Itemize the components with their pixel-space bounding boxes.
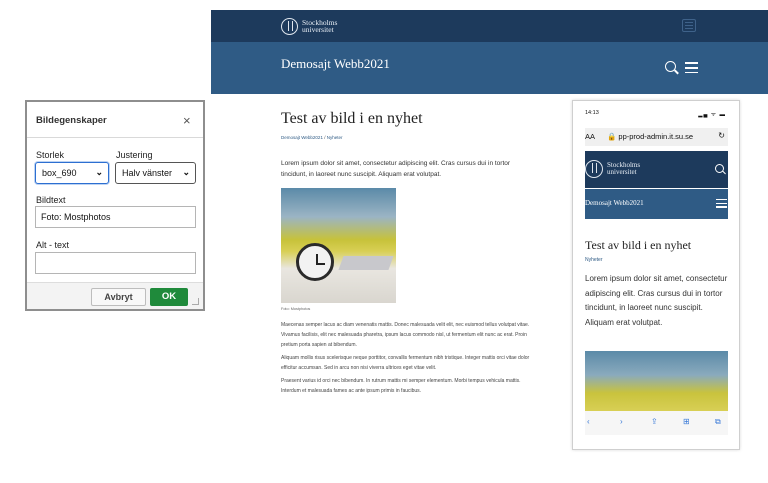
mobile-title-bar: Demosajt Webb2021: [585, 189, 728, 219]
mobile-article-lead: Lorem ipsum dolor sit amet, consectetur …: [585, 274, 728, 327]
laptop-shape: [338, 256, 394, 270]
mobile-preview: 14:13 ▂▄ ᯤ ▬ AA 🔒 pp-prod-admin.it.su.se…: [572, 100, 740, 450]
alarm-clock-shape: [296, 243, 334, 281]
article-image[interactable]: [281, 188, 396, 303]
article-lead: Lorem ipsum dolor sit amet, consectetur …: [281, 160, 511, 178]
su-logo[interactable]: Stockholms universitet: [281, 17, 337, 35]
cancel-button[interactable]: Avbryt: [91, 288, 146, 306]
dialog-header: Bildegenskaper ×: [27, 102, 203, 138]
caption-input[interactable]: Foto: Mostphotos: [35, 206, 196, 228]
alt-text-input[interactable]: [35, 252, 196, 274]
url-text[interactable]: 🔒 pp-prod-admin.it.su.se: [607, 132, 693, 141]
search-icon[interactable]: [665, 61, 676, 72]
tabs-icon[interactable]: ⧉: [715, 417, 721, 427]
paragraph: Praesent varius id orci nec bibendum. In…: [281, 378, 521, 394]
status-bar: 14:13 ▂▄ ᯤ ▬: [585, 110, 728, 118]
mobile-header: Stockholms universitet: [585, 151, 728, 188]
alignment-select-value: Halv vänster: [122, 168, 173, 178]
site-title[interactable]: Demosajt Webb2021: [281, 56, 390, 72]
mobile-su-logo[interactable]: Stockholms universitet: [585, 160, 640, 178]
ok-button[interactable]: OK: [150, 288, 188, 306]
top-header: Stockholms universitet: [211, 10, 768, 42]
mobile-site-title[interactable]: Demosajt Webb2021: [585, 199, 644, 207]
hamburger-menu-icon[interactable]: [685, 62, 698, 76]
back-icon[interactable]: ‹: [587, 417, 590, 426]
caption-label: Bildtext: [36, 195, 66, 205]
site-title-bar: Demosajt Webb2021: [211, 42, 768, 94]
browser-url-bar[interactable]: AA 🔒 pp-prod-admin.it.su.se ↻: [585, 128, 728, 146]
article-body: Maecenas semper lacus ac diam venenatis …: [281, 320, 531, 399]
logo-line2: universitet: [607, 168, 637, 176]
reader-aa-button[interactable]: AA: [585, 132, 595, 141]
size-select-value: box_690: [42, 168, 77, 178]
article: Test av bild i en nyhet Demosajt Webb202…: [281, 110, 531, 394]
paragraph: Maecenas semper lacus ac diam venenatis …: [281, 322, 530, 348]
mobile-search-icon[interactable]: [715, 164, 724, 173]
mobile-breadcrumb[interactable]: Nyheter: [585, 257, 603, 263]
dialog-title: Bildegenskaper: [36, 115, 107, 126]
caption-input-value: Foto: Mostphotos: [41, 212, 111, 222]
image-caption: Foto: Mostphotos: [281, 307, 311, 311]
chevron-down-icon: ⌄: [95, 167, 103, 177]
mobile-hamburger-icon[interactable]: [716, 199, 727, 210]
breadcrumb: Demosajt Webb2021 / Nyheter: [281, 135, 531, 140]
mobile-article-title: Test av bild i en nyhet: [585, 238, 692, 252]
breadcrumb-current[interactable]: Nyheter: [327, 135, 343, 140]
university-seal-icon: [281, 17, 298, 35]
alt-text-label: Alt - text: [36, 240, 70, 250]
dialog-footer: Avbryt OK: [27, 282, 203, 309]
breadcrumb-home[interactable]: Demosajt Webb2021: [281, 135, 323, 140]
reload-icon[interactable]: ↻: [718, 131, 725, 140]
browser-toolbar: ‹ › ⇪ ⊞ ⧉: [585, 411, 728, 435]
status-icons: ▂▄ ᯤ ▬: [698, 112, 726, 118]
status-time: 14:13: [585, 110, 599, 116]
image-properties-dialog: Bildegenskaper × Storlek box_690 ⌄ Juste…: [25, 100, 205, 311]
alignment-label: Justering: [116, 150, 153, 160]
size-select[interactable]: box_690 ⌄: [35, 162, 109, 184]
chevron-down-icon: ⌄: [182, 167, 190, 177]
resize-handle-icon[interactable]: [192, 298, 199, 305]
breadcrumb-separator: /: [324, 135, 326, 140]
close-icon[interactable]: ×: [183, 113, 191, 128]
bookmarks-icon[interactable]: ⊞: [683, 417, 690, 426]
university-seal-icon: [585, 160, 603, 178]
paragraph: Aliquam mollis risus scelerisque neque p…: [281, 355, 530, 371]
forward-icon[interactable]: ›: [620, 417, 623, 426]
share-icon[interactable]: ⇪: [651, 417, 658, 426]
alignment-select[interactable]: Halv vänster ⌄: [115, 162, 196, 184]
logo-line2: universitet: [302, 25, 334, 34]
size-label: Storlek: [36, 150, 65, 160]
top-menu-icon[interactable]: [682, 19, 696, 32]
mobile-article-image[interactable]: [585, 351, 728, 411]
article-title: Test av bild i en nyhet: [281, 110, 423, 127]
